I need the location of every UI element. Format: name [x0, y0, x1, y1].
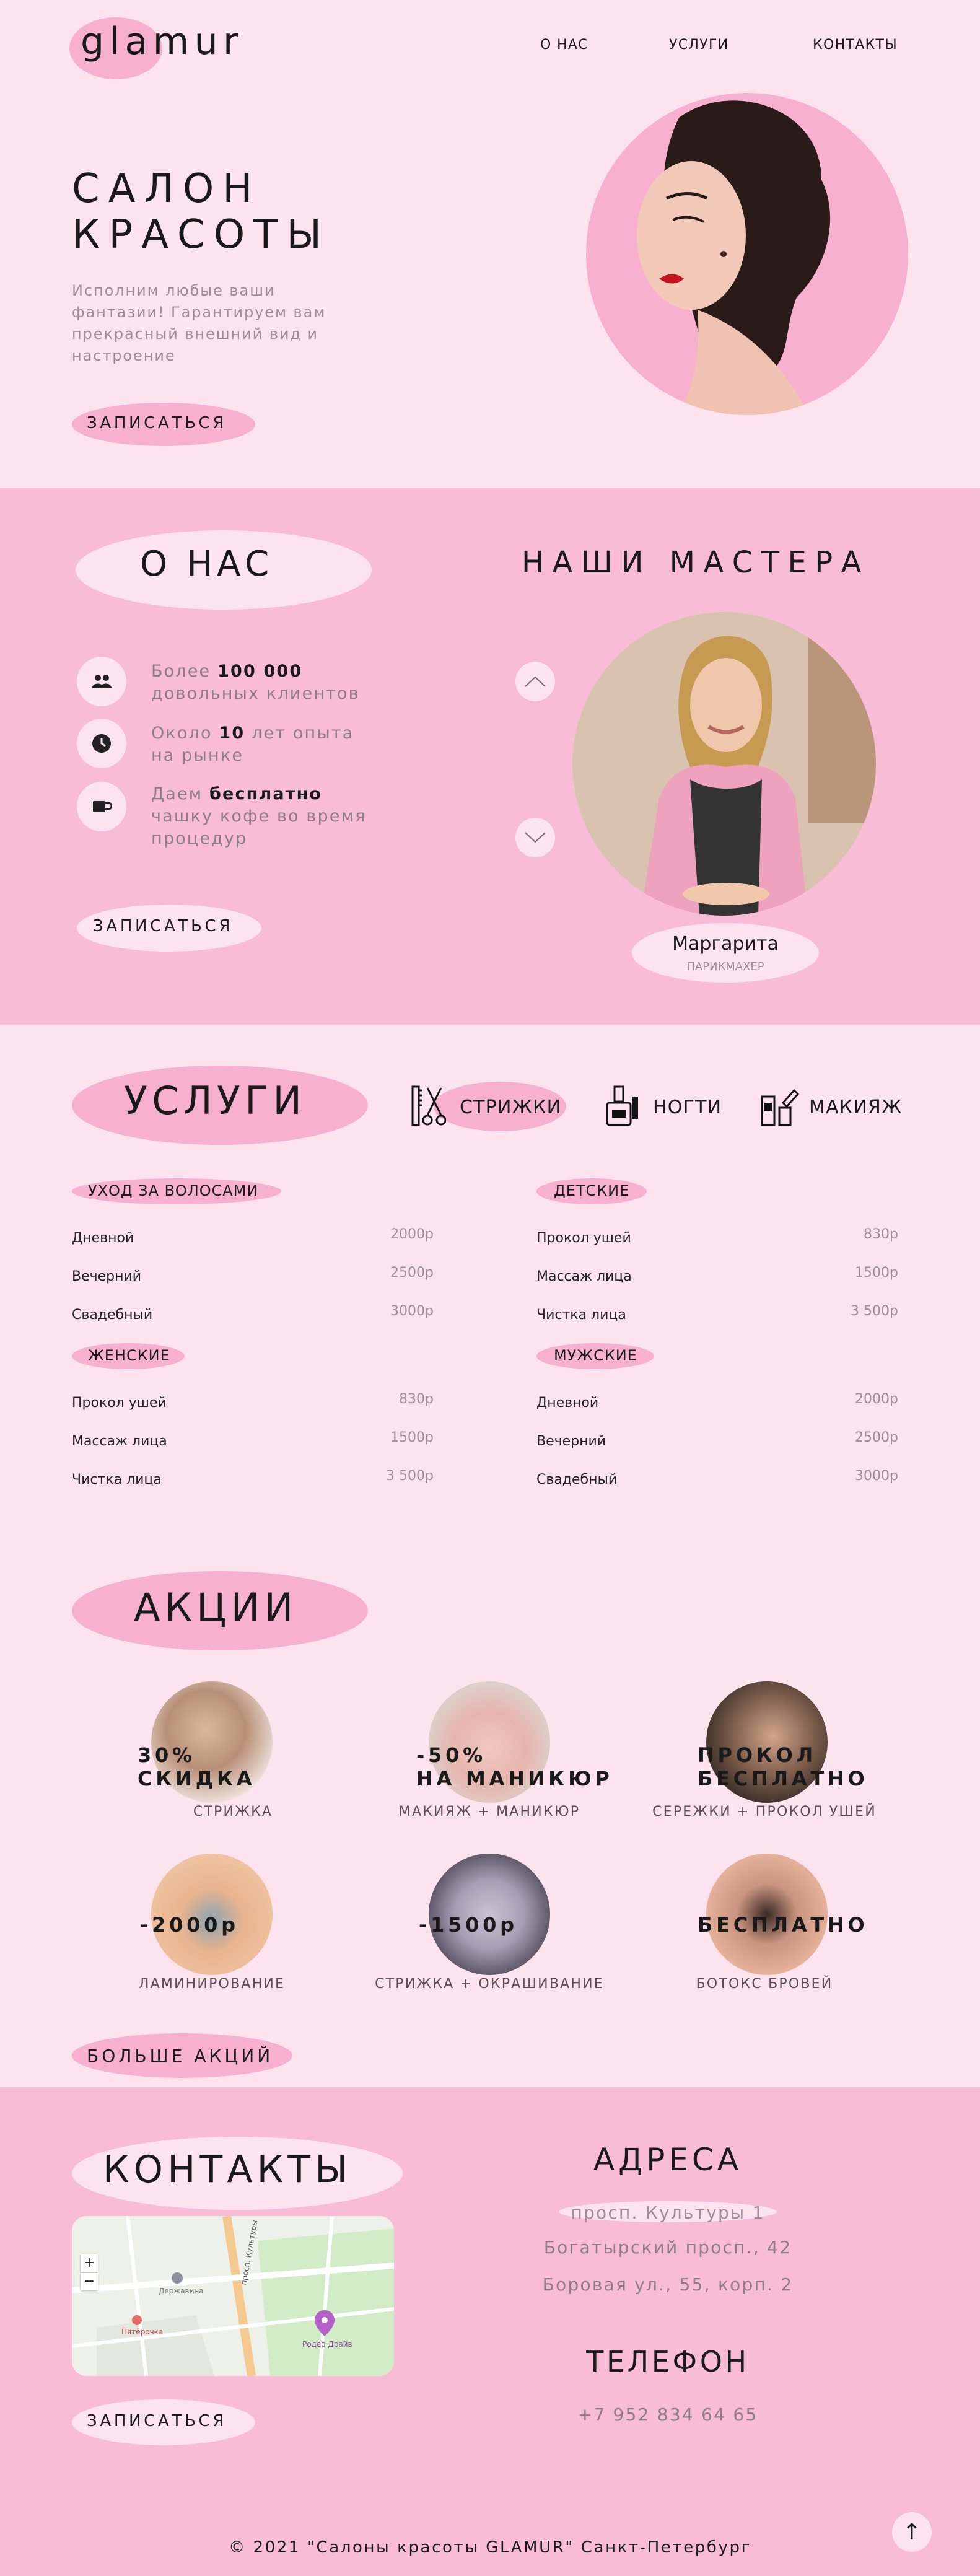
- service-price: 1500р: [855, 1265, 898, 1281]
- promo-caption: БОТОКС БРОВЕЙ: [696, 1976, 833, 1992]
- map-label: Державина: [159, 2287, 204, 2295]
- hero-cta-button[interactable]: ЗАПИСАТЬСЯ: [87, 414, 227, 432]
- service-price: 2000р: [855, 1391, 898, 1407]
- promo-caption: СТРИЖКА: [193, 1804, 273, 1820]
- phone-number[interactable]: +7 952 834 64 65: [513, 2404, 823, 2425]
- contacts-section: КОНТАКТЫ + − Державина Пятёрочка Родео Д…: [0, 2087, 980, 2576]
- service-item: Свадебный: [72, 1307, 153, 1323]
- promo-text: -2000р: [140, 1913, 239, 1937]
- service-item: Прокол ушей: [536, 1230, 631, 1246]
- nav-contacts[interactable]: КОНТАКТЫ: [813, 37, 898, 53]
- promo-text: БЕСПЛАТНО: [698, 1913, 868, 1937]
- scissors-comb-icon: [411, 1085, 446, 1126]
- chevron-up-icon: [525, 676, 546, 687]
- nail-polish-icon: [606, 1085, 638, 1126]
- logo[interactable]: glamur: [81, 20, 243, 63]
- makeup-icon: [761, 1089, 799, 1126]
- service-item: Прокол ушей: [72, 1395, 167, 1411]
- promo-caption: СЕРЕЖКИ + ПРОКОЛ УШЕЙ: [652, 1804, 877, 1820]
- service-item: Свадебный: [536, 1472, 618, 1487]
- group-men-title: МУЖСКИЕ: [554, 1347, 637, 1364]
- group-women-title: ЖЕНСКИЕ: [88, 1347, 170, 1364]
- service-price: 3 500р: [386, 1468, 434, 1484]
- people-icon: [77, 657, 126, 706]
- tab-nails[interactable]: НОГТИ: [653, 1097, 722, 1118]
- promo-caption: СТРИЖКА + ОКРАШИВАНИЕ: [375, 1976, 604, 1992]
- service-price: 3 500р: [851, 1303, 898, 1319]
- service-price: 2500р: [390, 1265, 434, 1281]
- master-photo: [572, 612, 876, 916]
- chevron-down-icon: [525, 832, 546, 843]
- arrow-up-icon: ↑: [902, 2519, 922, 2545]
- map-zoom-out-button[interactable]: −: [81, 2273, 98, 2290]
- address-title: АДРЕСА: [593, 2142, 743, 2178]
- service-item: Дневной: [536, 1395, 599, 1411]
- group-kids-title: ДЕТСКИЕ: [554, 1182, 630, 1199]
- tab-haircuts[interactable]: СТРИЖКИ: [460, 1097, 561, 1118]
- services-section: УСЛУГИ СТРИЖКИ НОГТИ МАКИЯЖ УХОД ЗА ВОЛО…: [0, 1025, 980, 2087]
- services-title: УСЛУГИ: [124, 1078, 307, 1123]
- address-item[interactable]: Богатырский просп., 42: [513, 2237, 823, 2258]
- service-item: Дневной: [72, 1230, 134, 1246]
- contacts-cta-button[interactable]: ЗАПИСАТЬСЯ: [87, 2412, 227, 2430]
- promo-caption: МАКИЯЖ + МАНИКЮР: [398, 1804, 580, 1820]
- promo-text: 30% СКИДКА: [138, 1743, 256, 1790]
- service-price: 3000р: [390, 1303, 434, 1319]
- service-item: Вечерний: [72, 1269, 142, 1284]
- service-price: 830р: [864, 1227, 898, 1242]
- map[interactable]: + − Державина Пятёрочка Родео Драйв прос…: [72, 2216, 394, 2376]
- master-role: ПАРИКМАХЕР: [686, 960, 764, 973]
- map-label: Пятёрочка: [121, 2328, 164, 2336]
- address-item[interactable]: Боровая ул., 55, корп. 2: [513, 2274, 823, 2295]
- map-zoom-in-button[interactable]: +: [81, 2254, 98, 2272]
- nav-services[interactable]: УСЛУГИ: [669, 37, 729, 53]
- promo-text: ПРОКОЛ БЕСПЛАТНО: [698, 1743, 868, 1790]
- service-item: Чистка лица: [72, 1472, 162, 1487]
- service-item: Массаж лица: [536, 1269, 632, 1284]
- feature-clients: Более 100 000 довольных клиентов: [151, 662, 360, 703]
- about-section: О НАС Более 100 000 довольных клиентов О…: [0, 488, 980, 1025]
- tab-makeup[interactable]: МАКИЯЖ: [809, 1097, 903, 1118]
- nav-about[interactable]: О НАС: [540, 37, 588, 53]
- hero-subtitle: Исполним любые ваши фантазии! Гарантируе…: [72, 282, 326, 364]
- service-item: Вечерний: [536, 1434, 606, 1449]
- service-price: 2500р: [855, 1430, 898, 1445]
- master-prev-button[interactable]: [515, 662, 555, 701]
- service-price: 830р: [399, 1391, 434, 1407]
- service-price: 2000р: [390, 1227, 434, 1242]
- feature-experience: Около 10 лет опыта на рынке: [151, 724, 354, 765]
- promo-text: -50% НА МАНИКЮР: [416, 1743, 613, 1790]
- about-title: О НАС: [140, 544, 273, 584]
- group-hair-title: УХОД ЗА ВОЛОСАМИ: [88, 1182, 259, 1199]
- promo-caption: ЛАМИНИРОВАНИЕ: [138, 1976, 286, 1992]
- contacts-title: КОНТАКТЫ: [103, 2148, 352, 2191]
- service-item: Чистка лица: [536, 1307, 626, 1323]
- about-cta-button[interactable]: ЗАПИСАТЬСЯ: [93, 917, 233, 935]
- phone-title: ТЕЛЕФОН: [586, 2345, 750, 2378]
- master-next-button[interactable]: [515, 818, 555, 857]
- hero-model-image: [586, 93, 908, 415]
- promo-text: -1500р: [419, 1913, 518, 1937]
- service-price: 1500р: [390, 1430, 434, 1445]
- hero-title: САЛОН КРАСОТЫ: [72, 166, 330, 258]
- feature-coffee: Даем бесплатно чашку кофе во время проце…: [151, 784, 367, 848]
- masters-title: НАШИ МАСТЕРА: [522, 545, 870, 580]
- hero-section: glamur О НАС УСЛУГИ КОНТАКТЫ САЛОН КРАСО…: [0, 0, 980, 488]
- master-name: Маргарита: [672, 933, 779, 955]
- promos-title: АКЦИИ: [134, 1585, 298, 1630]
- service-price: 3000р: [855, 1468, 898, 1484]
- service-item: Массаж лица: [72, 1434, 167, 1449]
- map-label: Родео Драйв: [302, 2340, 352, 2349]
- coffee-icon: [77, 782, 126, 831]
- address-item-active[interactable]: просп. Культуры 1: [513, 2202, 823, 2223]
- footer-copyright: © 2021 "Салоны красоты GLAMUR" Санкт-Пет…: [229, 2538, 751, 2557]
- promos-more-button[interactable]: БОЛЬШЕ АКЦИЙ: [87, 2046, 273, 2066]
- clock-icon: [77, 719, 126, 768]
- scroll-to-top-button[interactable]: ↑: [892, 2512, 932, 2552]
